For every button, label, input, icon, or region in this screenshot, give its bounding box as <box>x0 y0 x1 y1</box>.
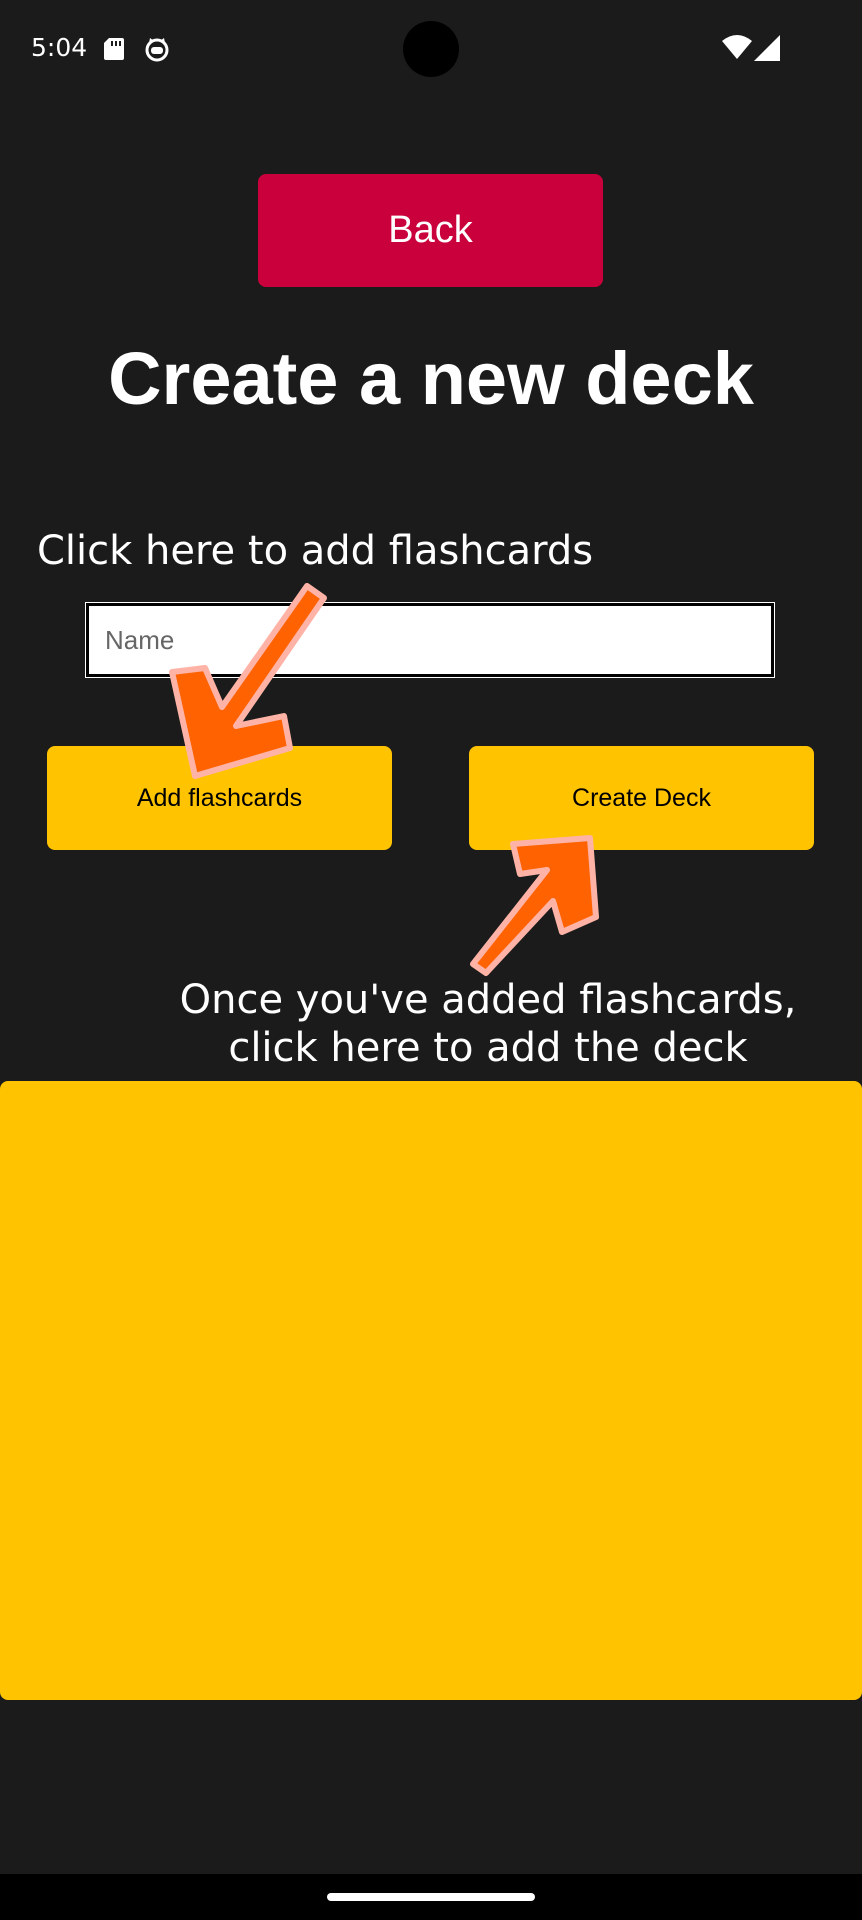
deck-name-input[interactable] <box>85 602 775 678</box>
status-bar: 5:04 <box>0 0 862 96</box>
add-flashcards-button[interactable]: Add flashcards <box>47 746 392 850</box>
back-button[interactable]: Back <box>258 174 603 287</box>
create-deck-hint-line-1: Once you've added flashcards, <box>179 977 797 1023</box>
create-deck-hint-line-2: click here to add the deck <box>228 1025 748 1071</box>
sd-card-icon <box>104 38 124 60</box>
front-camera <box>403 21 459 77</box>
page-title: Create a new deck <box>108 337 754 420</box>
home-indicator[interactable] <box>327 1893 535 1901</box>
create-deck-hint: Once you've added flashcards, click here… <box>150 976 826 1072</box>
add-flashcards-hint: Click here to add flashcards <box>37 528 594 574</box>
signal-icon <box>754 35 780 61</box>
status-time: 5:04 <box>31 33 88 62</box>
wifi-icon <box>722 35 752 59</box>
cat-face-icon <box>145 38 169 62</box>
create-deck-button[interactable]: Create Deck <box>469 746 814 850</box>
deck-list-area <box>0 1081 862 1700</box>
